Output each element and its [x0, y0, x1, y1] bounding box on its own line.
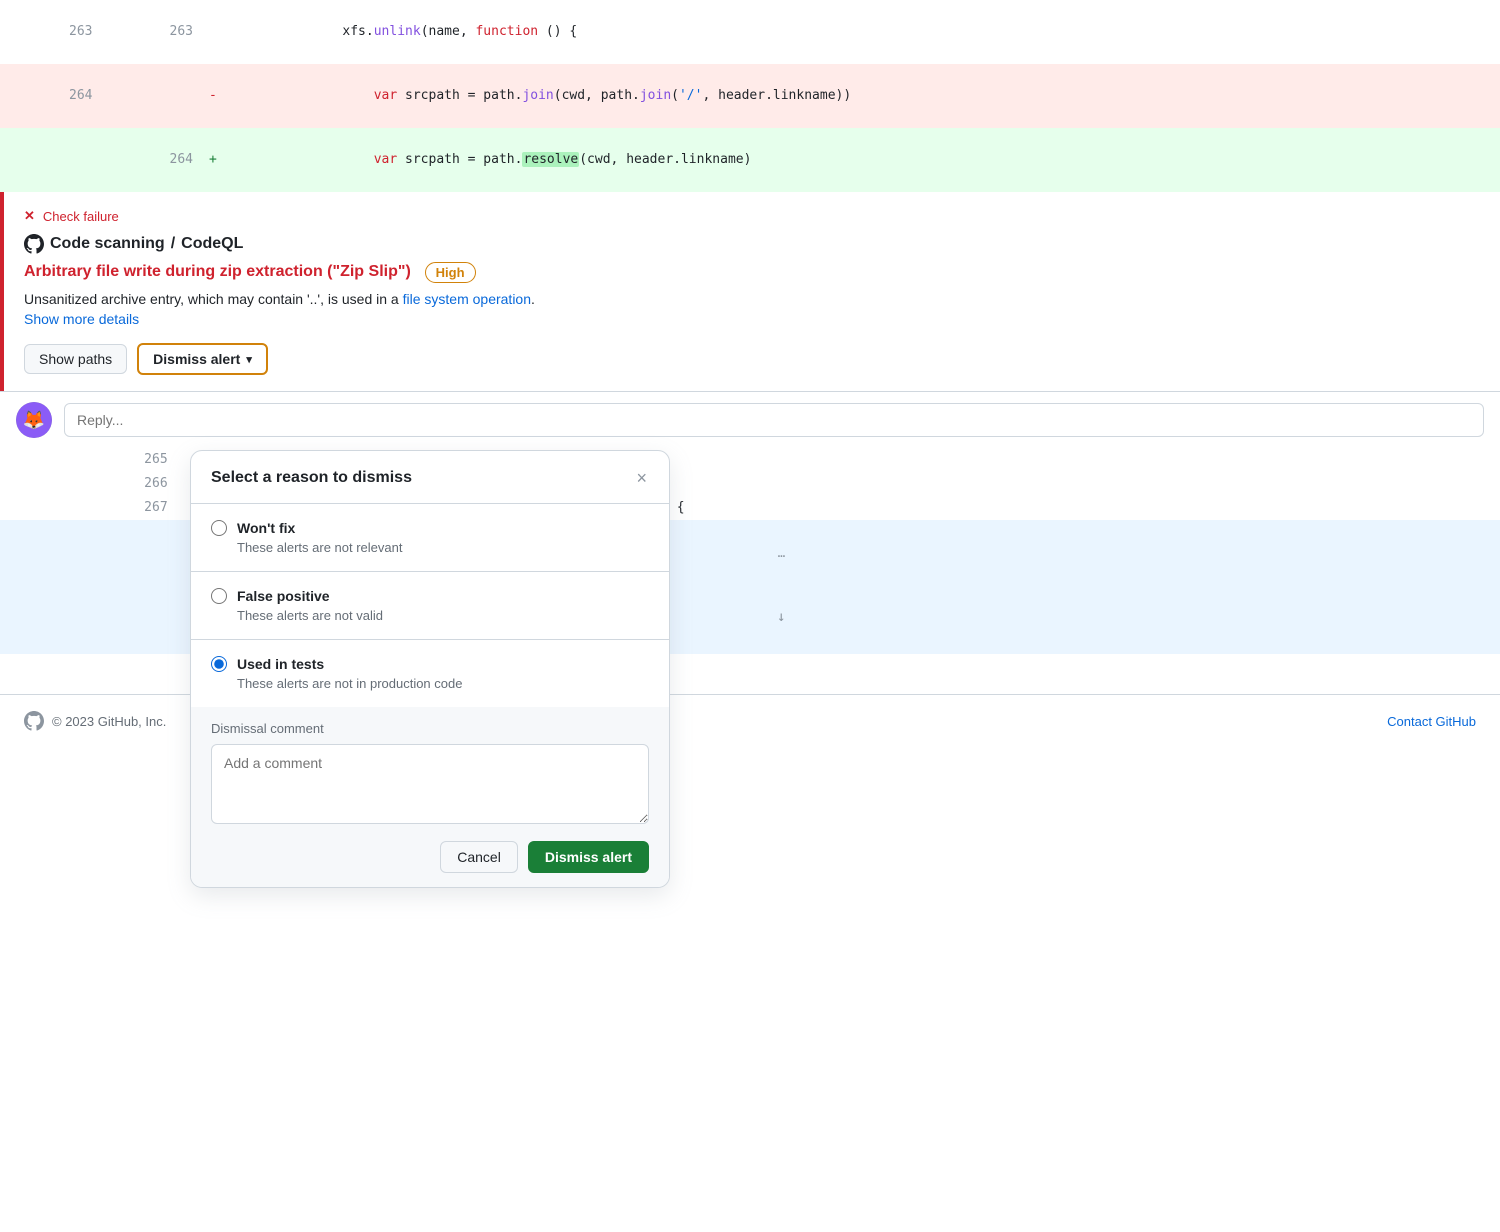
diff-container: 263 263 xfs.unlink(name, function () { 2…	[0, 0, 1500, 192]
avatar: 🦊	[16, 402, 52, 438]
dismiss-alert-modal-button[interactable]: Dismiss alert	[528, 841, 649, 873]
diff-sign: +	[201, 128, 225, 192]
radio-desc-used-in-tests: These alerts are not in production code	[237, 676, 649, 691]
check-scanner: Code scanning	[50, 235, 165, 253]
reply-input[interactable]	[64, 403, 1484, 437]
line-num-new: 264	[101, 128, 202, 192]
check-title: Code scanning / CodeQL	[24, 234, 1480, 254]
modal-close-button[interactable]: ×	[634, 467, 649, 489]
radio-used-in-tests[interactable]	[211, 656, 227, 672]
alert-description: Unsanitized archive entry, which may con…	[24, 291, 1480, 307]
diff-sign	[201, 0, 225, 64]
radio-false-positive[interactable]	[211, 588, 227, 604]
radio-wont-fix[interactable]	[211, 520, 227, 536]
expand-down-icon: ↓	[777, 607, 785, 627]
modal-body: Won't fix These alerts are not relevant …	[191, 504, 669, 827]
check-tool: CodeQL	[181, 235, 243, 253]
radio-desc-false-positive: These alerts are not valid	[237, 608, 649, 623]
radio-label-false-positive[interactable]: False positive	[237, 588, 330, 604]
diff-table: 263 263 xfs.unlink(name, function () { 2…	[0, 0, 1500, 192]
avatar-placeholder: 🦊	[16, 402, 52, 438]
line-num-old	[0, 128, 101, 192]
diff-row: 263 263 xfs.unlink(name, function () {	[0, 0, 1500, 64]
cancel-button[interactable]: Cancel	[440, 841, 518, 873]
alert-title: Arbitrary file write during zip extracti…	[24, 263, 411, 280]
footer-github-icon	[24, 711, 44, 731]
diff-row-removed: 264 - var srcpath = path.join(cwd, path.…	[0, 64, 1500, 128]
modal-footer: Cancel Dismiss alert	[191, 827, 669, 887]
diff-code: var srcpath = path.join(cwd, path.join('…	[225, 64, 1500, 128]
dismiss-alert-button[interactable]: Dismiss alert ▾	[137, 343, 268, 375]
github-icon	[24, 234, 44, 254]
alert-title-row: Arbitrary file write during zip extracti…	[24, 262, 1480, 283]
radio-label-used-in-tests[interactable]: Used in tests	[237, 656, 324, 672]
x-icon: ✕	[24, 208, 35, 224]
reply-area: 🦊	[0, 391, 1500, 448]
svg-text:🦊: 🦊	[23, 410, 45, 430]
check-failure-label: Check failure	[43, 209, 119, 224]
check-failure-header: ✕ Check failure	[24, 208, 1480, 224]
dismiss-modal: Select a reason to dismiss × Won't fix T…	[190, 450, 670, 888]
diff-code: var srcpath = path.resolve(cwd, header.l…	[225, 128, 1500, 192]
radio-option-false-positive: False positive These alerts are not vali…	[191, 572, 669, 640]
dismissal-comment-section: Dismissal comment	[191, 707, 669, 827]
line-num-old: 264	[0, 64, 101, 128]
file-system-operation-link[interactable]: file system operation	[403, 291, 531, 307]
expand-icon: ⋯	[778, 549, 785, 563]
show-paths-button[interactable]: Show paths	[24, 344, 127, 374]
dismissal-comment-label: Dismissal comment	[211, 721, 649, 736]
diff-code: xfs.unlink(name, function () {	[225, 0, 1500, 64]
modal-title: Select a reason to dismiss	[211, 469, 412, 487]
chevron-down-icon: ▾	[246, 353, 252, 366]
check-panel: ✕ Check failure Code scanning / CodeQL A…	[0, 192, 1500, 391]
check-separator: /	[171, 235, 175, 253]
modal-header: Select a reason to dismiss ×	[191, 451, 669, 504]
comment-textarea[interactable]	[211, 744, 649, 824]
radio-desc-wont-fix: These alerts are not relevant	[237, 540, 649, 555]
action-buttons: Show paths Dismiss alert ▾	[24, 343, 1480, 375]
line-num-new: 263	[101, 0, 202, 64]
diff-row-added: 264 + var srcpath = path.resolve(cwd, he…	[0, 128, 1500, 192]
line-num-old: 263	[0, 0, 101, 64]
footer-left: © 2023 GitHub, Inc.	[24, 711, 166, 731]
line-num-new	[101, 64, 202, 128]
footer-copyright: © 2023 GitHub, Inc.	[52, 714, 166, 729]
contact-github-link[interactable]: Contact GitHub	[1387, 714, 1476, 729]
show-more-details-link[interactable]: Show more details	[24, 311, 1480, 327]
diff-sign: -	[201, 64, 225, 128]
radio-label-wont-fix[interactable]: Won't fix	[237, 520, 295, 536]
radio-option-wont-fix: Won't fix These alerts are not relevant	[191, 504, 669, 572]
radio-option-used-in-tests: Used in tests These alerts are not in pr…	[191, 640, 669, 707]
severity-badge: High	[425, 262, 476, 283]
